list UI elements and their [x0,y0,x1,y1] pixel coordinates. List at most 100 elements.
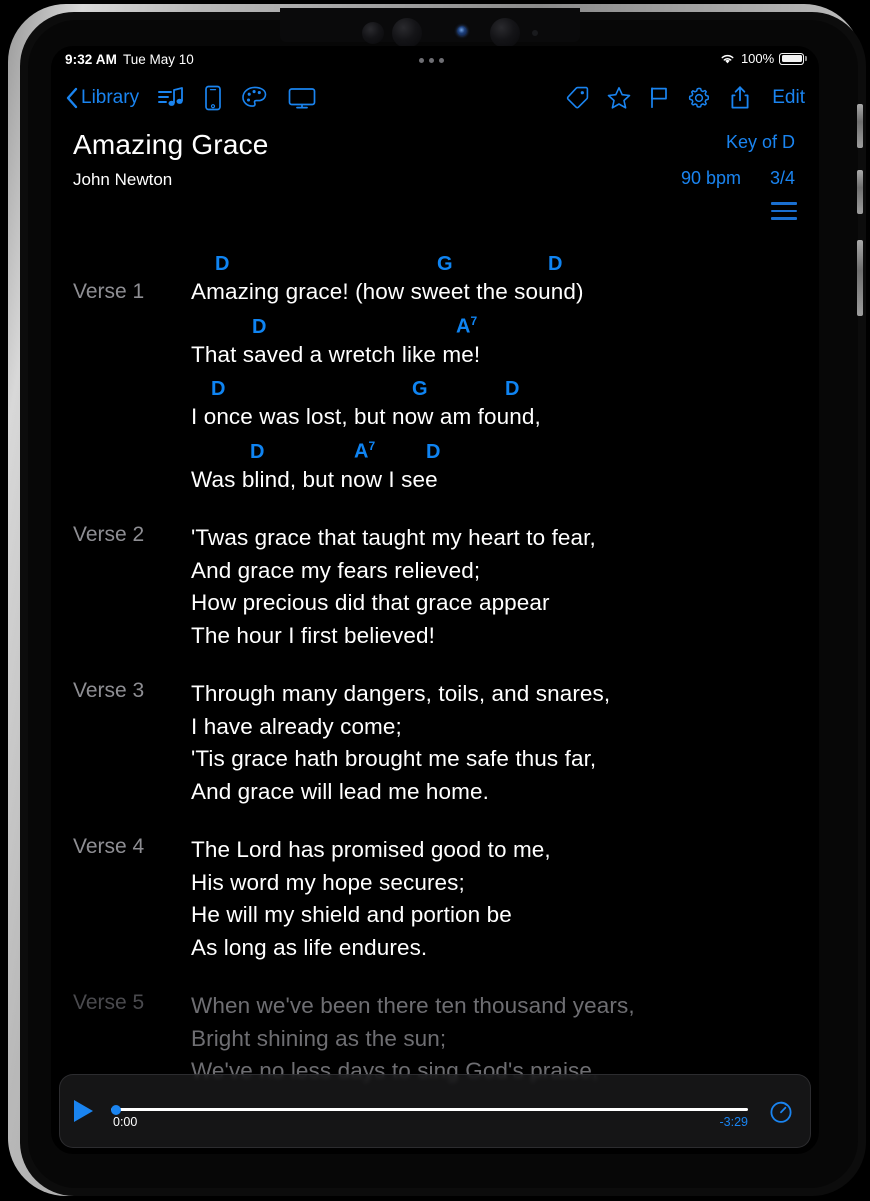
display-icon[interactable] [287,85,317,111]
share-icon[interactable] [728,84,752,112]
camera-lens-icon [392,18,422,48]
face-sensor-icon [457,26,467,36]
infrared-sensor-icon [532,30,538,36]
lyric-line: Through many dangers, toils, and snares, [191,681,611,706]
chord-label: G [412,378,428,400]
lyric-line: When we've been there ten thousand years… [191,993,635,1018]
play-icon[interactable] [74,1100,93,1122]
lyric-line: How precious did that grace appear [191,590,550,615]
lyric-line: He will my shield and portion be [191,902,512,927]
page-title: Amazing Grace [73,129,269,160]
meter-label[interactable]: 3/4 [770,168,795,189]
stopwatch-icon[interactable] [766,1096,796,1126]
lyric-line: And grace my fears relieved; [191,557,481,583]
dot [419,58,424,63]
chord-label: A7 [354,438,376,463]
audio-player-bar: 0:00 -3:29 [59,1074,811,1148]
camera-lens-icon [490,18,520,48]
chord-line: DGD [191,371,819,401]
chord-label: D [211,378,226,400]
time-remaining-label: -3:29 [719,1115,749,1129]
lyric-line: The hour I first believed! [191,622,435,648]
menu-line [771,209,797,213]
lyric-line: 'Tis grace hath brought me safe thus far… [191,746,597,771]
verse-block: Verse 1 D G D Amazing grace! (how sweet the … [73,246,819,496]
star-icon[interactable] [606,85,632,111]
verse-block: Verse 5 When we've been there ten thousan… [73,990,819,1088]
lyric-line: And grace will lead me home. [191,778,489,804]
hamburger-menu-icon[interactable] [771,202,797,225]
scrubber-handle[interactable] [111,1104,121,1115]
edit-button[interactable]: Edit [768,87,805,109]
battery-full-icon [779,52,805,65]
back-label: Library [81,87,140,108]
menu-line [771,202,797,205]
battery-tip [805,56,807,61]
menu-line [771,217,797,220]
multitask-dots-icon[interactable] [419,58,444,63]
chord-label: D [426,440,441,463]
dot [429,58,434,63]
dot [439,58,444,63]
verse-label: Verse 4 [73,835,145,858]
chord-label: G [437,253,453,275]
lyric-line: I have already come; [191,713,402,739]
lyric-line: Amazing grace! (how sweet the sound) [191,279,584,304]
chord-label: D [548,253,563,275]
scrubber-track[interactable] [111,1108,748,1111]
verse-block: Verse 2 'Twas grace that taught my heart … [73,522,819,652]
lyric-line: 'Twas grace that taught my heart to fear… [191,525,596,550]
chord-label: A7 [456,313,478,338]
chord-line: D A7 [191,309,819,339]
battery-percent-label: 100% [740,51,775,66]
verse-lines: When we've been there ten thousand years… [191,990,819,1088]
lyric-line: The Lord has promised good to me, [191,837,551,862]
chord-label: D [252,315,267,338]
lyrics-scroll-area[interactable]: Verse 1 D G D Amazing grace! (how sweet the … [51,246,819,1154]
verse-label: Verse 5 [73,991,145,1014]
lyric-line: That saved a wretch like me! [191,341,481,367]
toolbar-right-group: Edit [564,84,805,112]
back-to-library-button[interactable]: Library [65,87,139,109]
song-header: Amazing Grace John Newton Key of D 90 bp… [51,128,819,220]
status-date: Tue May 10 [123,52,194,67]
setlist-icon[interactable] [157,85,185,111]
app-toolbar: Library Edit [51,74,819,122]
wifi-icon [721,54,734,64]
verse-label: Verse 2 [73,523,145,546]
lyric-line: His word my hope secures; [191,869,465,895]
power-button[interactable] [857,240,863,316]
lyric-line: Was blind, but now I see [191,466,438,492]
camera-sensor-bar [280,8,580,48]
time-elapsed-label: 0:00 [113,1115,138,1129]
chord-label: D [505,378,520,400]
app-screen: 9:32 AM Tue May 10 100% Library Edit Ama… [51,46,819,1154]
verse-lines: D G D Amazing grace! (how sweet the sound) D… [191,246,819,496]
verse-label: Verse 3 [73,679,145,702]
chord-line: DGD [191,246,819,276]
verse-lines: Through many dangers, toils, and snares,… [191,678,819,808]
flag-icon[interactable] [648,85,670,111]
verse-block: Verse 3 Through many dangers, toils, and … [73,678,819,808]
tag-icon[interactable] [564,85,590,111]
chord-label: D [215,253,230,275]
verse-label: Verse 1 [73,280,145,303]
status-bar: 9:32 AM Tue May 10 100% [51,46,819,74]
volume-up-button[interactable] [857,104,863,148]
status-right-cluster: 100% [719,51,807,66]
volume-down-button[interactable] [857,170,863,214]
verse-block: Verse 4 The Lord has promised good to me,… [73,834,819,964]
tempo-label[interactable]: 90 bpm [681,168,741,189]
chord-extension: 7 [368,438,376,453]
key-label[interactable]: Key of D [726,132,795,153]
device-icon[interactable] [203,84,223,112]
gear-icon[interactable] [686,85,712,111]
chord-line: D A7 D [191,434,819,464]
chevron-left-icon [66,87,78,109]
chord-extension: 7 [470,313,478,328]
status-time: 9:32 AM [65,52,117,67]
playback-scrubber[interactable]: 0:00 -3:29 [111,1091,748,1131]
palette-icon[interactable] [241,85,269,111]
lyric-line: As long as life endures. [191,934,428,960]
lyric-line: I once was lost, but now am found, [191,404,541,429]
